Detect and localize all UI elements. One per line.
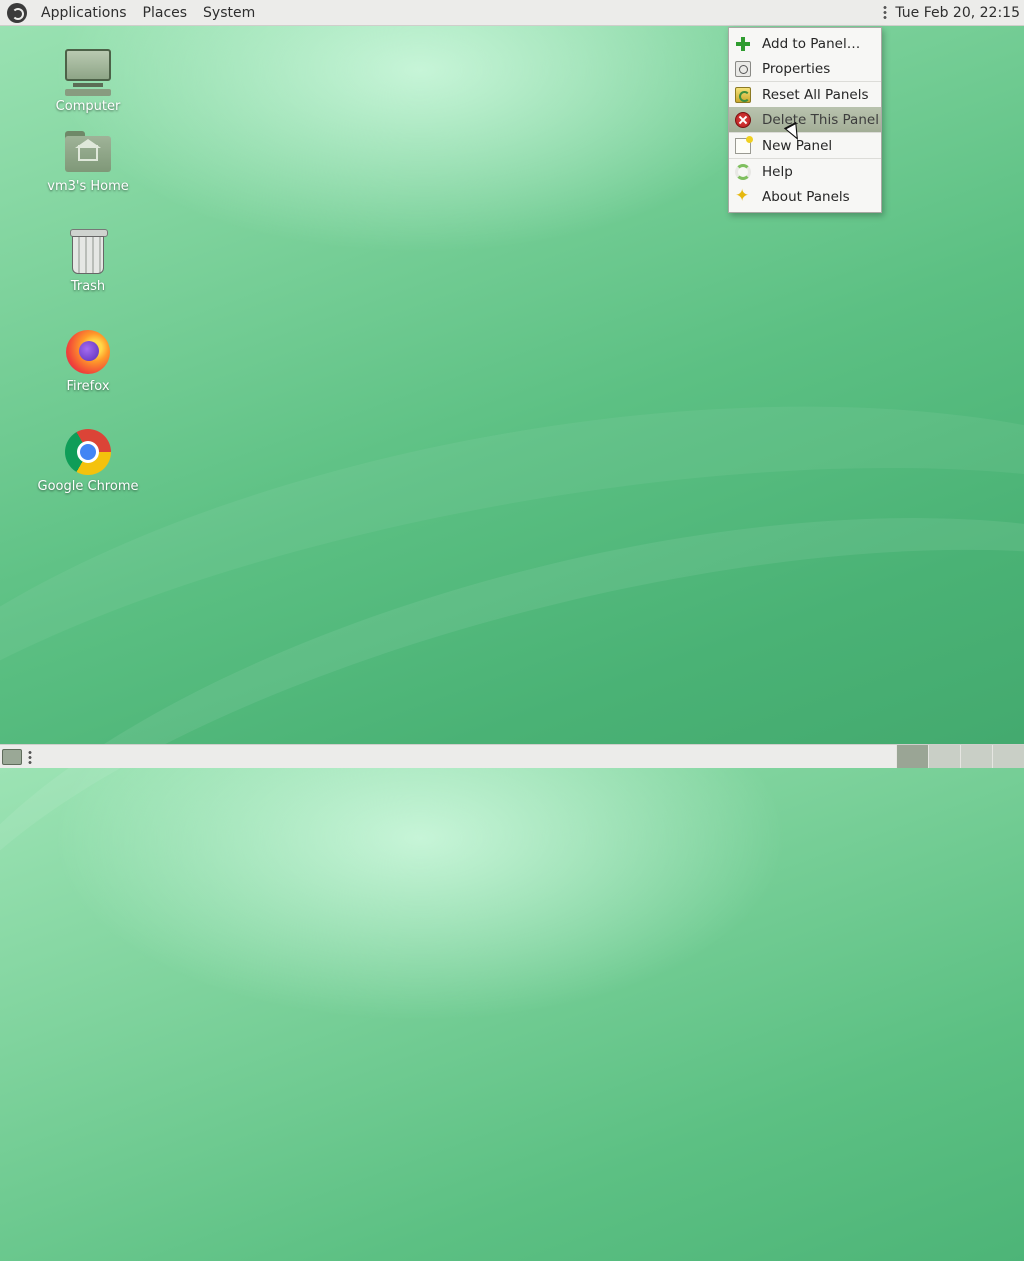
desktop-icon-firefox[interactable]: Firefox [33,327,143,394]
menu-item-label: Help [762,163,793,180]
places-menu[interactable]: Places [135,0,196,26]
menu-item-label: Delete This Panel [762,111,879,128]
firefox-icon [63,327,113,377]
menu-item-about-panels[interactable]: About Panels [729,184,881,209]
reset-icon [735,86,751,103]
trash-icon [63,227,113,277]
menu-item-label: About Panels [762,188,850,205]
desktop-icon-label: Computer [55,99,121,114]
workspace-3[interactable] [960,745,992,768]
help-icon [735,163,751,180]
workspace-switcher [896,745,1024,768]
plus-icon [735,36,751,52]
about-icon [735,186,751,206]
delete-icon [735,111,751,128]
desktop-icon-home[interactable]: vm3's Home [33,127,143,194]
menu-item-new-panel[interactable]: New Panel [729,133,881,158]
menu-item-help[interactable]: Help [729,159,881,184]
applications-menu[interactable]: Applications [33,0,135,26]
workspace-4[interactable] [992,745,1024,768]
workspace-2[interactable] [928,745,960,768]
desktop-icon-label: Google Chrome [37,479,139,494]
desktop-icon-label: Trash [70,279,106,294]
clock[interactable]: Tue Feb 20, 22:15 [895,5,1024,21]
show-desktop-button[interactable] [2,748,22,765]
properties-icon [735,60,751,77]
system-menu[interactable]: System [195,0,263,26]
menu-item-label: Properties [762,60,831,77]
home-folder-icon [63,127,113,177]
desktop-icon-label: vm3's Home [47,179,129,194]
top-panel: Applications Places System Tue Feb 20, 2… [0,0,1024,26]
panel-grip-icon[interactable] [883,4,888,21]
menu-item-properties[interactable]: Properties [729,56,881,81]
desktop-icon-chrome[interactable]: Google Chrome [33,427,143,494]
bottom-panel [0,744,1024,768]
panel-grip-icon[interactable] [28,749,32,764]
menu-item-label: Reset All Panels [762,86,869,103]
workspace-1[interactable] [896,745,928,768]
desktop-icon-trash[interactable]: Trash [33,227,143,294]
new-panel-icon [735,135,753,154]
menu-item-label: Add to Panel… [762,35,861,52]
computer-icon [63,47,113,97]
chrome-icon [63,427,113,477]
panel-context-menu: Add to Panel… Properties Reset All Panel… [728,27,882,213]
menu-item-add-to-panel[interactable]: Add to Panel… [729,31,881,56]
distro-logo-icon[interactable] [7,2,27,23]
menu-item-reset-all-panels[interactable]: Reset All Panels [729,82,881,107]
panel-right-area: Tue Feb 20, 22:15 [883,4,1024,21]
menu-item-delete-this-panel[interactable]: Delete This Panel [729,107,881,132]
desktop-icon-label: Firefox [66,379,110,394]
desktop-icon-computer[interactable]: Computer [33,47,143,114]
